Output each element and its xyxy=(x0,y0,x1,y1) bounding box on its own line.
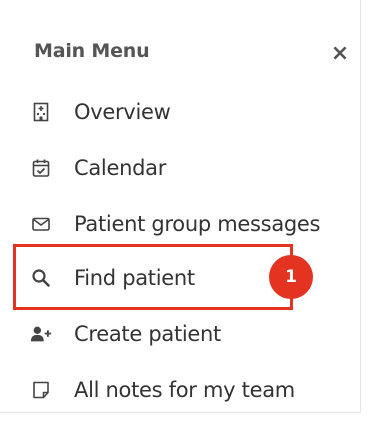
menu-item-label: Calendar xyxy=(74,156,167,180)
menu-item-patient-group-messages[interactable]: Patient group messages xyxy=(30,204,360,244)
calendar-check-icon xyxy=(30,157,52,179)
menu-item-label: Overview xyxy=(74,100,171,124)
envelope-icon xyxy=(30,213,52,235)
main-menu-panel: Main Menu × Overview Calendar Patient gr… xyxy=(0,0,361,413)
menu-item-label: All notes for my team xyxy=(74,378,295,402)
menu-item-label: Find patient xyxy=(74,266,195,290)
hospital-icon xyxy=(30,101,52,123)
user-plus-icon xyxy=(30,323,52,345)
note-icon xyxy=(30,379,52,401)
search-icon xyxy=(30,267,52,289)
menu-item-label: Patient group messages xyxy=(74,212,321,236)
menu-item-calendar[interactable]: Calendar xyxy=(30,148,360,188)
menu-title: Main Menu xyxy=(34,40,150,62)
menu-item-label: Create patient xyxy=(74,322,221,346)
menu-item-overview[interactable]: Overview xyxy=(30,92,360,132)
menu-item-create-patient[interactable]: Create patient xyxy=(30,314,360,354)
menu-item-all-notes[interactable]: All notes for my team xyxy=(30,370,360,410)
annotation-badge: 1 xyxy=(269,255,313,299)
close-icon[interactable]: × xyxy=(329,43,351,65)
